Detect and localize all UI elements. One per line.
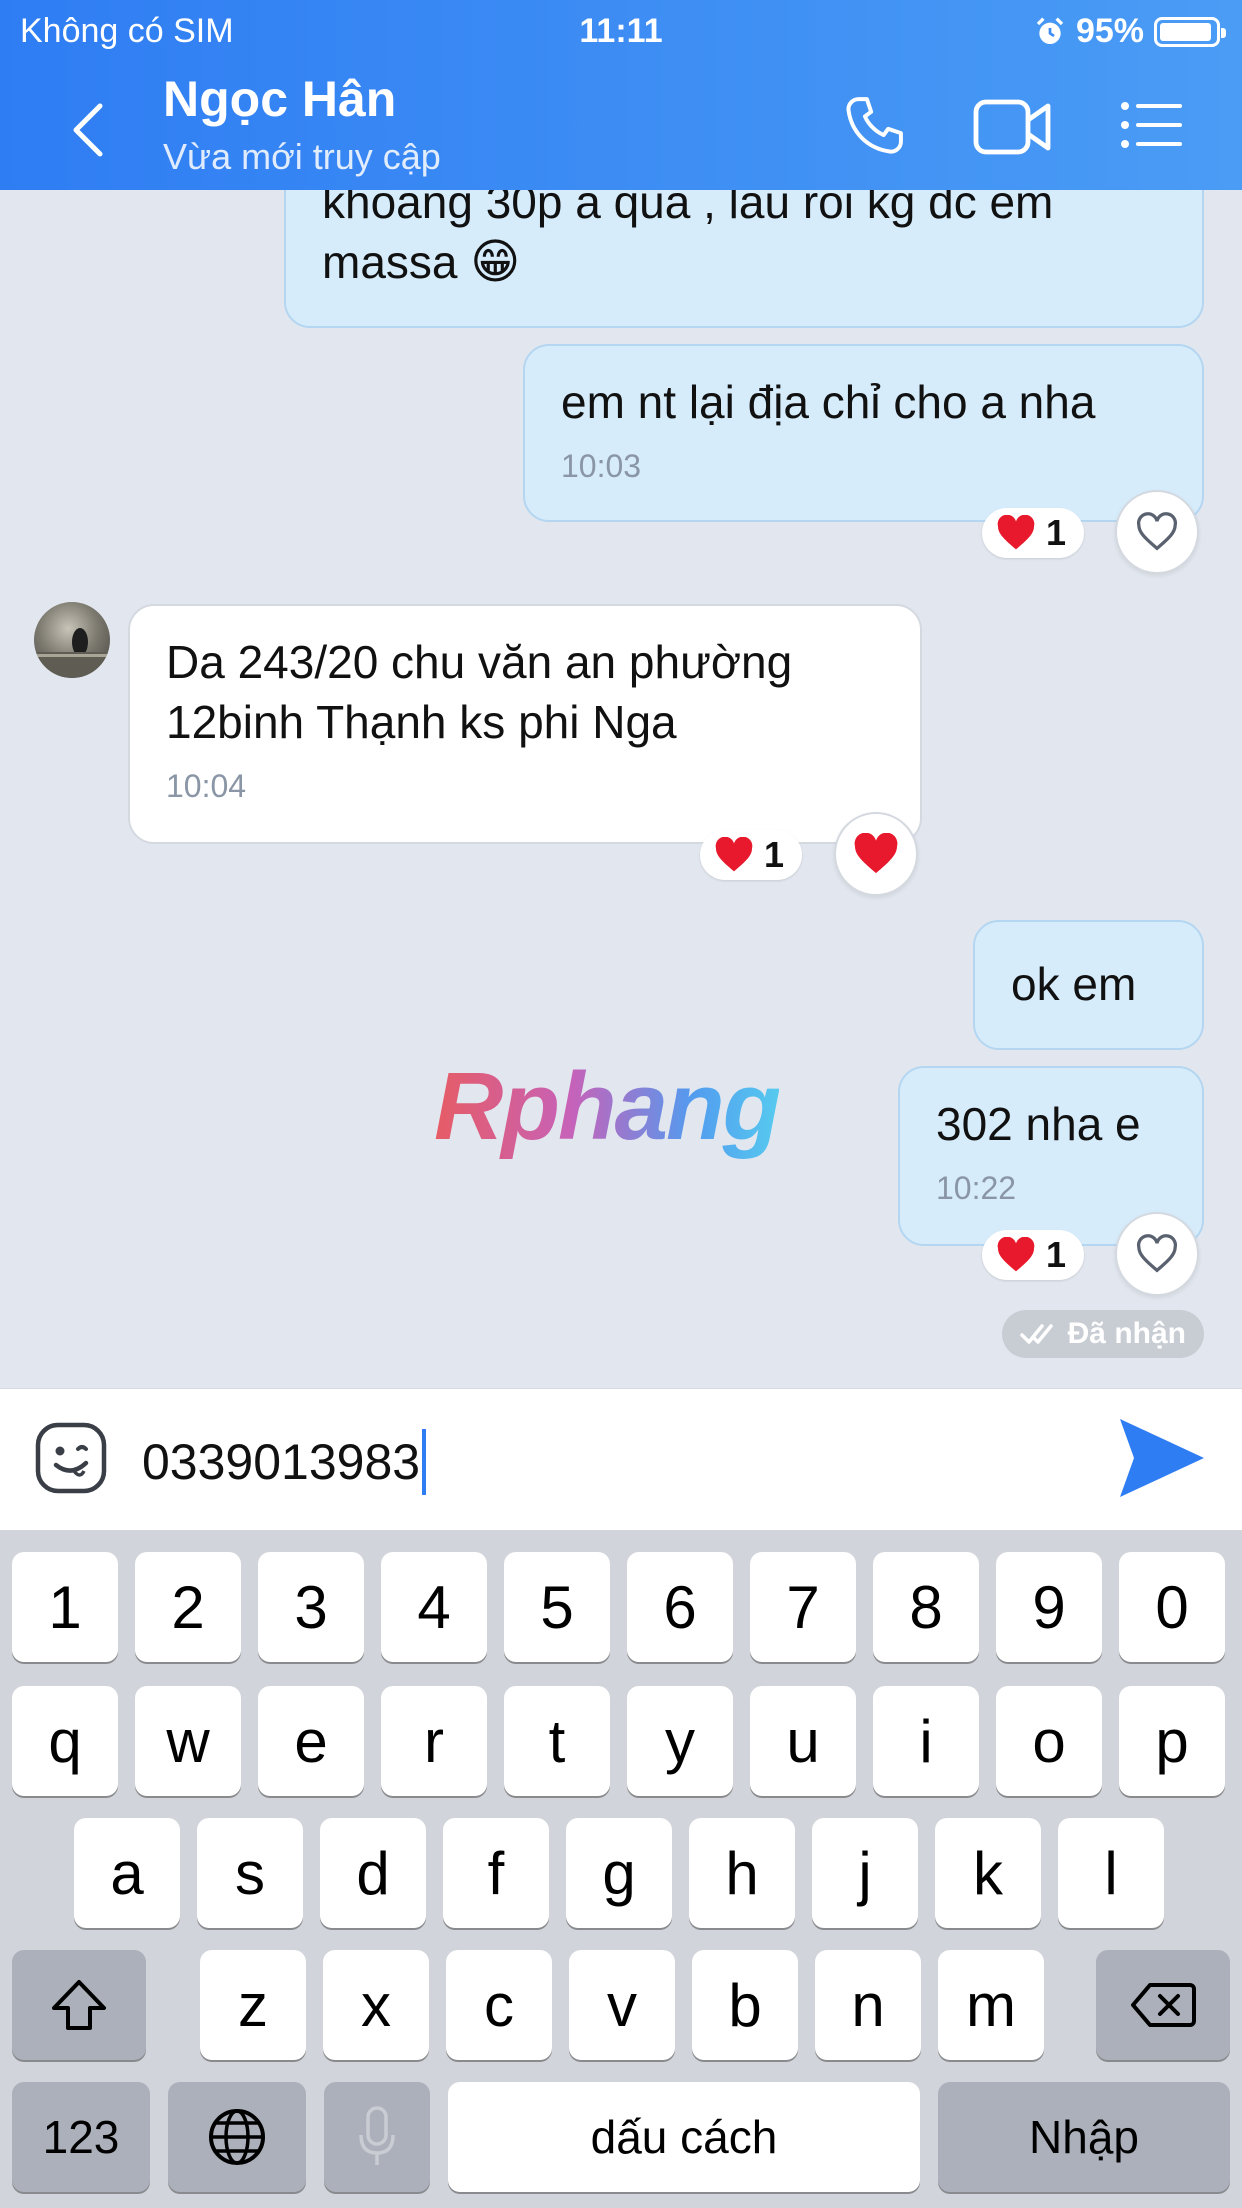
keyboard: 1234567890qwertyuiopasdfghjklzxcvbnm 123… bbox=[0, 1530, 1242, 2208]
key-row1-5[interactable]: 6 bbox=[627, 1552, 733, 1662]
incoming-message[interactable]: Da 243/20 chu văn an phường 12binh Thạnh… bbox=[128, 604, 922, 844]
reaction-summary[interactable]: 1 bbox=[982, 1230, 1085, 1280]
dictation-key[interactable] bbox=[324, 2082, 430, 2192]
globe-icon bbox=[209, 2109, 265, 2165]
message-text: massa 😁 bbox=[322, 236, 521, 289]
key-row4-4[interactable]: b bbox=[692, 1950, 798, 2060]
space-key[interactable]: dấu cách bbox=[448, 2082, 920, 2192]
menu-list-icon[interactable] bbox=[1120, 100, 1182, 150]
heart-icon bbox=[997, 1237, 1035, 1272]
key-row1-9[interactable]: 0 bbox=[1119, 1552, 1225, 1662]
video-call-icon[interactable] bbox=[972, 96, 1054, 158]
outgoing-message-3[interactable]: ok em bbox=[973, 920, 1204, 1050]
key-row3-1[interactable]: s bbox=[197, 1818, 303, 1928]
key-row2-0[interactable]: q bbox=[12, 1686, 118, 1796]
key-row2-5[interactable]: y bbox=[627, 1686, 733, 1796]
message-text: em nt lại địa chỉ cho a nha bbox=[561, 376, 1096, 428]
key-row2-1[interactable]: w bbox=[135, 1686, 241, 1796]
message-input-value: 0339013983 bbox=[142, 1434, 421, 1490]
contact-avatar[interactable] bbox=[34, 602, 110, 678]
message-text: 12binh Thạnh ks phi Nga bbox=[166, 696, 677, 748]
key-row3-8[interactable]: l bbox=[1058, 1818, 1164, 1928]
key-row1-4[interactable]: 5 bbox=[504, 1552, 610, 1662]
delivery-status-text: Đã nhận bbox=[1067, 1317, 1186, 1350]
globe-key[interactable] bbox=[168, 2082, 306, 2192]
like-button[interactable] bbox=[1115, 1212, 1199, 1296]
status-bar: Không có SIM 11:11 95% bbox=[0, 8, 1242, 56]
key-row2-9[interactable]: p bbox=[1119, 1686, 1225, 1796]
chat-header: Không có SIM 11:11 95% Ngọc Hân Vừa mới … bbox=[0, 0, 1242, 190]
key-row1-3[interactable]: 4 bbox=[381, 1552, 487, 1662]
numbers-key[interactable]: 123 bbox=[12, 2082, 150, 2192]
backspace-icon bbox=[1131, 1983, 1196, 2027]
key-row2-4[interactable]: t bbox=[504, 1686, 610, 1796]
backspace-key[interactable] bbox=[1096, 1950, 1230, 2060]
heart-icon bbox=[715, 837, 753, 872]
double-check-icon bbox=[1019, 1324, 1053, 1344]
text-caret bbox=[422, 1429, 427, 1495]
battery-percent: 95% bbox=[1075, 12, 1144, 50]
outgoing-message-2[interactable]: em nt lại địa chỉ cho a nha 10:03 bbox=[523, 344, 1204, 522]
reaction-count: 1 bbox=[1046, 1234, 1067, 1275]
reaction-summary[interactable]: 1 bbox=[982, 508, 1085, 558]
shift-arrow-icon bbox=[52, 1980, 106, 2030]
key-row1-0[interactable]: 1 bbox=[12, 1552, 118, 1662]
key-row3-4[interactable]: g bbox=[566, 1818, 672, 1928]
key-row1-6[interactable]: 7 bbox=[750, 1552, 856, 1662]
key-row2-7[interactable]: i bbox=[873, 1686, 979, 1796]
key-row1-7[interactable]: 8 bbox=[873, 1552, 979, 1662]
message-time: 10:22 bbox=[936, 1170, 1017, 1206]
reaction-count: 1 bbox=[1046, 512, 1067, 553]
heart-outline-icon bbox=[1136, 512, 1178, 551]
key-row2-2[interactable]: e bbox=[258, 1686, 364, 1796]
return-key[interactable]: Nhập bbox=[938, 2082, 1230, 2192]
alarm-icon bbox=[1036, 16, 1064, 44]
key-row4-3[interactable]: v bbox=[569, 1950, 675, 2060]
key-row4-1[interactable]: x bbox=[323, 1950, 429, 2060]
message-composer: 0339013983 bbox=[0, 1388, 1242, 1530]
reaction-count: 1 bbox=[764, 834, 785, 875]
delivery-status-badge: Đã nhận bbox=[1001, 1310, 1204, 1358]
key-row3-7[interactable]: k bbox=[935, 1818, 1041, 1928]
key-row3-6[interactable]: j bbox=[812, 1818, 918, 1928]
message-text: Da 243/20 chu văn an phường bbox=[166, 636, 793, 688]
key-row4-5[interactable]: n bbox=[815, 1950, 921, 2060]
presence-status: Vừa mới truy cập bbox=[163, 136, 441, 177]
phone-icon[interactable] bbox=[840, 92, 908, 160]
sticker-face-icon[interactable] bbox=[34, 1421, 108, 1495]
key-row1-2[interactable]: 3 bbox=[258, 1552, 364, 1662]
battery-icon bbox=[1154, 16, 1226, 47]
contact-name[interactable]: Ngọc Hân bbox=[163, 70, 396, 128]
key-row3-5[interactable]: h bbox=[689, 1818, 795, 1928]
heart-outline-icon bbox=[1136, 1234, 1178, 1273]
heart-icon bbox=[997, 515, 1035, 550]
send-icon[interactable] bbox=[1118, 1417, 1206, 1499]
key-row2-3[interactable]: r bbox=[381, 1686, 487, 1796]
watermark-logo: Rphang bbox=[434, 1053, 781, 1160]
key-row2-8[interactable]: o bbox=[996, 1686, 1102, 1796]
like-button[interactable] bbox=[834, 812, 918, 896]
reaction-summary[interactable]: 1 bbox=[700, 830, 803, 880]
message-time: 10:04 bbox=[166, 768, 247, 804]
key-row4-6[interactable]: m bbox=[938, 1950, 1044, 2060]
microphone-icon bbox=[359, 2106, 395, 2165]
key-row1-1[interactable]: 2 bbox=[135, 1552, 241, 1662]
key-row3-0[interactable]: a bbox=[74, 1818, 180, 1928]
shift-key[interactable] bbox=[12, 1950, 146, 2060]
key-row1-8[interactable]: 9 bbox=[996, 1552, 1102, 1662]
key-row3-3[interactable]: f bbox=[443, 1818, 549, 1928]
heart-filled-icon bbox=[854, 833, 898, 874]
key-row2-6[interactable]: u bbox=[750, 1686, 856, 1796]
key-row4-0[interactable]: z bbox=[200, 1950, 306, 2060]
like-button[interactable] bbox=[1115, 490, 1199, 574]
message-time: 10:03 bbox=[561, 448, 642, 484]
key-row4-2[interactable]: c bbox=[446, 1950, 552, 2060]
key-row3-2[interactable]: d bbox=[320, 1818, 426, 1928]
message-text: ok em bbox=[1011, 958, 1137, 1010]
message-text: 302 nha e bbox=[936, 1098, 1141, 1150]
back-arrow-icon[interactable] bbox=[68, 100, 108, 160]
grin-emoji: 😁 bbox=[470, 236, 521, 289]
message-input[interactable]: 0339013983 bbox=[142, 1429, 427, 1495]
